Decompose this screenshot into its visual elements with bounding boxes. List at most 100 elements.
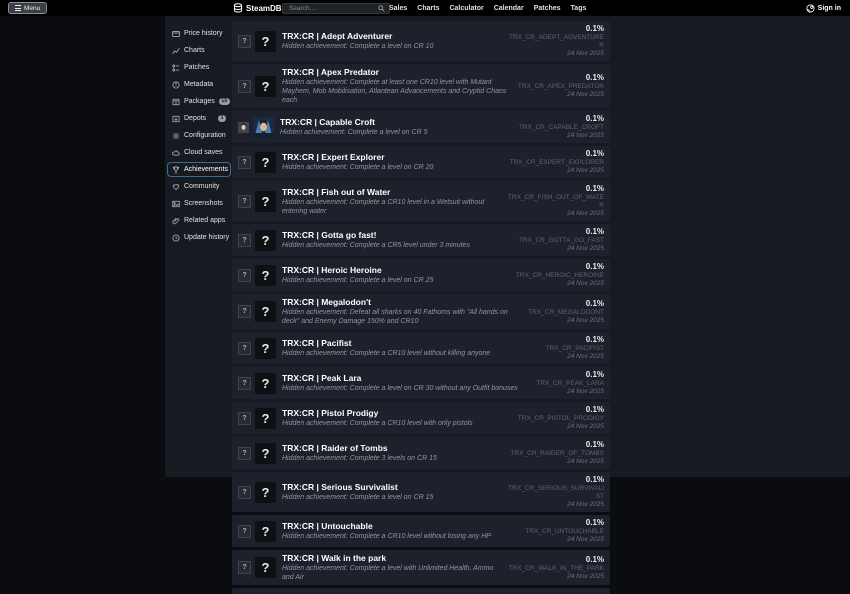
- hidden-achievement-icon-small: ?: [238, 80, 251, 93]
- achievement-api-name: TRX_CR_WALK_IN_THE_PARK: [509, 565, 604, 573]
- achievement-description: Hidden achievement: Complete a level on …: [282, 276, 508, 285]
- achievement-stats: 0.1%TRX_CR_ADEPT_ADVENTURER24 Nov 2025: [506, 24, 604, 58]
- achievement-text: TRX:CR | PacifistHidden achievement: Com…: [282, 338, 538, 358]
- achievement-percent: 0.1%: [506, 24, 604, 34]
- achievement-date: 24 Nov 2025: [519, 245, 604, 253]
- nav-link-sales[interactable]: Sales: [389, 5, 407, 12]
- hidden-achievement-icon-large: ?: [255, 557, 276, 578]
- steamdb-logo[interactable]: SteamDB: [233, 2, 282, 14]
- nav-link-tags[interactable]: Tags: [571, 5, 587, 12]
- achievement-row: ??TRX:CR | PacifistHidden achievement: C…: [232, 332, 610, 364]
- packages-icon: [172, 98, 180, 106]
- achievement-date: 24 Nov 2025: [518, 91, 604, 99]
- hidden-achievement-icon-large: ?: [255, 408, 276, 429]
- sidebar-item-label: Depots: [184, 115, 206, 122]
- achievement-text: TRX:CR | Capable CroftHidden achievement…: [280, 117, 511, 137]
- sidebar-item-depots[interactable]: Depots1: [167, 110, 231, 127]
- achievement-stats: 0.1%TRX_CR_CAPABLE_CROFT24 Nov 2025: [519, 114, 604, 140]
- achievement-api-name: TRX_CR_SERIOUS_SURVIVALIST: [506, 485, 604, 501]
- nav-link-patches[interactable]: Patches: [534, 5, 561, 12]
- nav-link-calendar[interactable]: Calendar: [494, 5, 524, 12]
- achievement-api-name: TRX_CR_GOTTA_GO_FAST: [519, 237, 604, 245]
- achievement-text: TRX:CR | Pistol ProdigyHidden achievemen…: [282, 408, 510, 428]
- sidebar-item-patches[interactable]: Patches: [167, 59, 231, 76]
- sidebar-item-label: Packages: [184, 98, 215, 105]
- sidebar-item-configuration[interactable]: Configuration: [167, 127, 231, 144]
- achievement-percent: 0.1%: [518, 405, 604, 415]
- hidden-achievement-icon-large: ?: [255, 191, 276, 212]
- hidden-achievement-icon-small: ?: [238, 234, 251, 247]
- achievement-date: 24 Nov 2025: [525, 536, 604, 544]
- achievement-title: TRX:CR | Adept Adventurer: [282, 31, 498, 42]
- patches-icon: [172, 64, 180, 72]
- achievement-description: Hidden achievement: Complete a level on …: [282, 493, 498, 502]
- achievement-title: TRX:CR | Serious Survivalist: [282, 482, 498, 493]
- achievement-date: 24 Nov 2025: [519, 132, 604, 140]
- achievement-text: TRX:CR | Walk in the parkHidden achievem…: [282, 553, 501, 582]
- sidebar-item-community[interactable]: Community: [167, 178, 231, 195]
- related-apps-icon: [172, 217, 180, 225]
- achievement-description: Hidden achievement: Complete a CR10 leve…: [282, 532, 517, 541]
- achievement-api-name: TRX_CR_EXPERT_EXPLORER: [509, 159, 604, 167]
- achievement-description: Hidden achievement: Complete a level on …: [280, 128, 511, 137]
- menu-button[interactable]: Menu: [8, 2, 47, 14]
- achievement-percent: 0.1%: [546, 335, 604, 345]
- sidebar-item-label: Metadata: [184, 81, 213, 88]
- achievement-api-name: TRX_CR_HEROIC_HEROINE: [516, 272, 604, 280]
- achievement-description: Hidden achievement: Complete a CR10 leve…: [282, 419, 510, 428]
- steam-icon: [806, 4, 815, 13]
- sidebar-item-metadata[interactable]: Metadata: [167, 76, 231, 93]
- search-input[interactable]: [287, 4, 378, 13]
- achievement-list: ?? TRX:CR | Adept Adventurer Hidden achiev…: [232, 21, 610, 594]
- hidden-achievement-icon-small: ?: [238, 156, 251, 169]
- sidebar-item-cloud-saves[interactable]: Cloud saves: [167, 144, 231, 161]
- hidden-achievement-icon-small: ?: [238, 525, 251, 538]
- sign-in-button[interactable]: Sign in: [806, 0, 841, 16]
- achievement-description: Hidden achievement: Complete a CR5 level…: [282, 241, 511, 250]
- hidden-achievement-icon-small: ?: [238, 561, 251, 574]
- achievement-description: Hidden achievement: Complete a CR10 leve…: [282, 198, 498, 216]
- achievement-stats: 0.1%TRX_CR_PEAK_LARA24 Nov 2025: [536, 370, 604, 396]
- achievement-date: 24 Nov 2025: [528, 317, 604, 325]
- achievement-text: TRX:CR | Fish out of WaterHidden achieve…: [282, 187, 498, 216]
- achievement-api-name: TRX_CR_FISH_OUT_OF_WATER: [506, 194, 604, 210]
- achievement-title: TRX:CR | Peak Lara: [282, 373, 528, 384]
- sidebar-item-label: Achievements: [184, 166, 228, 173]
- achievement-stats: 0.1%TRX_CR_PISTOL_PRODIGY24 Nov 2025: [518, 405, 604, 431]
- achievement-title: TRX:CR | Pacifist: [282, 338, 538, 349]
- search-box[interactable]: [282, 3, 390, 14]
- hidden-achievement-icon-large: ?: [255, 31, 276, 52]
- sidebar-item-packages[interactable]: Packages15: [167, 93, 231, 110]
- sidebar-item-price-history[interactable]: Price history: [167, 25, 231, 42]
- achievement-text: TRX:CR | Megalodon'tHidden achievement: …: [282, 297, 520, 326]
- sidebar-item-label: Cloud saves: [184, 149, 223, 156]
- sidebar-item-label: Configuration: [184, 132, 226, 139]
- achievement-row: ??TRX:CR | Heroic HeroineHidden achievem…: [232, 259, 610, 291]
- sidebar-item-achievements[interactable]: Achievements: [167, 162, 231, 177]
- achievement-title: TRX:CR | Fish out of Water: [282, 187, 498, 198]
- hidden-achievement-icon-large: ?: [255, 265, 276, 286]
- achievement-api-name: TRX_CR_UNTOUCHABLE: [525, 528, 604, 536]
- nav-link-calculator[interactable]: Calculator: [449, 5, 483, 12]
- price-history-icon: [172, 30, 180, 38]
- sidebar-item-charts[interactable]: Charts: [167, 42, 231, 59]
- partial-next-row: [232, 588, 610, 594]
- achievement-percent: 0.1%: [519, 114, 604, 124]
- sidebar-item-screenshots[interactable]: Screenshots: [167, 195, 231, 212]
- achievement-date: 24 Nov 2025: [511, 458, 604, 466]
- sidebar-item-related-apps[interactable]: Related apps: [167, 212, 231, 229]
- sidebar-item-label: Charts: [184, 47, 205, 54]
- cloud-saves-icon: [172, 149, 180, 157]
- top-bar: Menu SteamDB Sales Charts Calculator Calend…: [0, 0, 850, 16]
- nav-link-charts[interactable]: Charts: [417, 5, 439, 12]
- sidebar-item-update-history[interactable]: Update history: [167, 229, 231, 246]
- achievement-row: ??TRX:CR | Gotta go fast!Hidden achievem…: [232, 224, 610, 256]
- sidebar-item-label: Price history: [184, 30, 223, 37]
- achievement-row: ??TRX:CR | Raider of TombsHidden achieve…: [232, 437, 610, 469]
- hidden-achievement-icon-small: ?: [238, 35, 251, 48]
- achievement-stats: 0.1%TRX_CR_FISH_OUT_OF_WATER24 Nov 2025: [506, 184, 604, 218]
- sign-in-label: Sign in: [818, 5, 841, 12]
- logo-text: SteamDB: [246, 4, 282, 13]
- achievement-row: ??TRX:CR | Expert ExplorerHidden achieve…: [232, 146, 610, 178]
- achievement-row: ??TRX:CR | Adept AdventurerHidden achiev…: [232, 21, 610, 61]
